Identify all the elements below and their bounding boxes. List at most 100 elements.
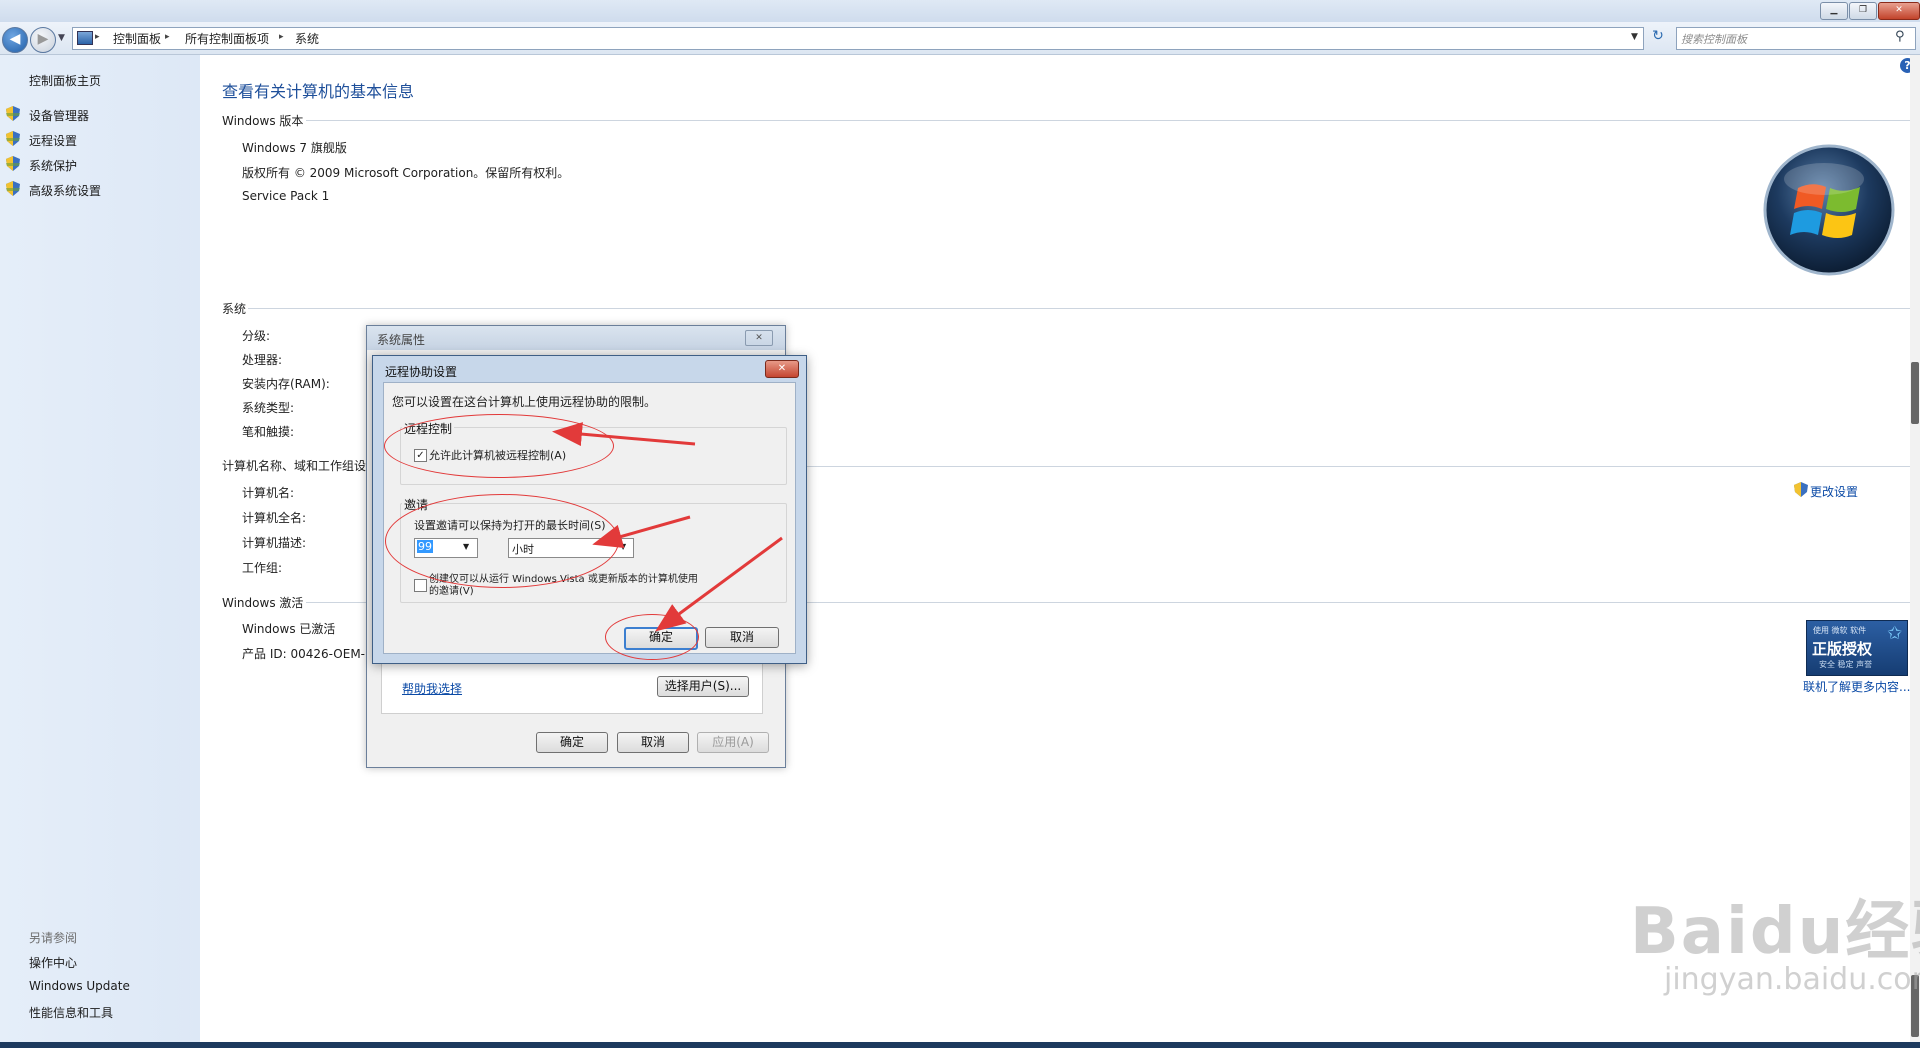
product-id: 产品 ID: 00426-OEM- [242,647,366,661]
activation-status: Windows 已激活 [242,622,336,636]
breadcrumb-separator-icon: ▸ [95,32,100,42]
search-icon[interactable]: ⚲ [1895,29,1905,44]
breadcrumb-separator-icon: ▸ [279,32,284,42]
remote-assistance-close-button[interactable]: ✕ [765,360,799,378]
genuine-badge: 使用 微软 软件 正版授权 安全 稳定 声誉 ✩ [1806,620,1908,676]
shield-icon [6,106,20,121]
computer-name-label: 计算机名: [242,486,295,500]
remote-cancel-button[interactable]: 取消 [705,627,779,648]
allow-remote-control-checkbox[interactable]: ✓ [414,449,427,462]
computer-name-heading: 计算机名称、域和工作组设 [222,459,367,473]
vista-only-invite-checkbox[interactable] [414,579,427,592]
system-properties-close-button[interactable]: ✕ [745,330,773,346]
invite-time-label: 设置邀请可以保持为打开的最长时间(S) [414,519,606,532]
scrollbar-thumb[interactable] [1911,362,1919,424]
see-also-action-center[interactable]: 操作中心 [29,954,77,971]
remote-assistance-settings-dialog: 远程协助设置 ✕ 您可以设置在这台计算机上使用远程协助的限制。 远程控制 ✓ 允… [372,355,807,664]
activation-heading: Windows 激活 [222,596,304,610]
windows-edition: Windows 7 旗舰版 [242,141,347,155]
maximize-button[interactable]: ❐ [1849,2,1877,20]
shield-icon [6,156,20,171]
watermark-url: jingyan.baidu.com [1664,962,1920,997]
pen-touch-label: 笔和触摸: [242,425,295,439]
select-users-button[interactable]: 选择用户(S)... [657,676,749,697]
refresh-icon[interactable]: ↻ [1648,28,1668,48]
sidebar-item-label: 远程设置 [29,134,78,148]
shield-icon [1794,482,1808,497]
breadcrumb-all-items[interactable]: 所有控制面板项 [185,30,269,47]
genuine-badge-main: 正版授权 [1812,640,1873,658]
breadcrumb-control-panel[interactable]: 控制面板 [113,30,161,47]
genuine-badge-sub: 安全 稳定 声誉 [1819,660,1873,669]
windows-edition-heading: Windows 版本 [222,114,304,128]
copyright-text: 版权所有 © 2009 Microsoft Corporation。保留所有权利… [242,166,570,180]
sidebar-item-label: 高级系统设置 [29,184,102,198]
see-also-heading: 另请参阅 [29,931,78,945]
section-divider [248,308,1910,309]
minimize-button[interactable]: ▁ [1820,2,1848,20]
sidebar-item-remote-settings[interactable]: 远程设置 [6,131,77,149]
processor-label: 处理器: [242,353,283,367]
shield-icon [6,181,20,196]
sidebar-home-link[interactable]: 控制面板主页 [29,72,101,89]
baidu-watermark: Baidu经验 jingyan.baidu.com [1560,840,1920,1010]
invite-duration-value: 99 [417,540,433,553]
search-input[interactable]: 搜索控制面板 [1681,31,1747,47]
full-computer-name-label: 计算机全名: [242,511,307,525]
invite-duration-field[interactable]: 99 ▼ [414,538,478,558]
invite-unit-select[interactable]: 小时 ▼ [508,538,634,558]
remote-assistance-intro: 您可以设置在这台计算机上使用远程协助的限制。 [392,395,657,409]
recent-pages-dropdown-icon[interactable]: ▼ [58,33,65,43]
forward-button[interactable]: ▶ [30,27,56,53]
section-divider [790,466,1910,467]
remote-assistance-title: 远程协助设置 [385,365,458,379]
star-icon: ✩ [1887,623,1903,644]
vista-option-line2: 的邀请(V) [429,586,474,597]
sidebar-item-device-manager[interactable]: 设备管理器 [6,106,89,124]
system-type-label: 系统类型: [242,401,295,415]
breadcrumb-separator-icon: ▸ [165,32,170,42]
close-window-button[interactable]: ✕ [1878,2,1920,20]
taskbar [0,1042,1920,1048]
system-heading: 系统 [222,302,247,316]
vista-only-invite-label[interactable]: 创建仅可以从运行 Windows Vista 或更新版本的计算机使用 的邀请(V… [429,574,698,598]
sidebar-item-label: 设备管理器 [29,109,90,123]
workgroup-label: 工作组: [242,561,283,575]
shield-icon [6,131,20,146]
dropdown-arrow-icon: ▼ [620,542,627,551]
address-bar[interactable]: ▸ 控制面板 ▸ 所有控制面板项 ▸ 系统 ▼ [72,27,1644,50]
remote-ok-button[interactable]: 确定 [624,627,698,650]
invitation-group-title: 邀请 [402,496,431,513]
see-also-performance-tools[interactable]: 性能信息和工具 [29,1004,113,1021]
invite-unit-value: 小时 [512,543,534,556]
remote-assistance-body: 您可以设置在这台计算机上使用远程协助的限制。 远程控制 ✓ 允许此计算机被远程控… [383,382,796,654]
learn-more-link[interactable]: 联机了解更多内容... [1803,678,1910,695]
service-pack: Service Pack 1 [242,189,330,203]
sidebar [0,55,200,1043]
section-divider [306,120,1910,121]
control-panel-icon [77,31,93,45]
windows-logo-icon [1763,144,1895,276]
sidebar-item-system-protection[interactable]: 系统保护 [6,156,77,174]
sidebar-item-label: 系统保护 [29,159,78,173]
dropdown-arrow-icon: ▼ [463,542,470,551]
sysprops-apply-button[interactable]: 应用(A) [697,732,769,753]
ram-label: 安装内存(RAM): [242,377,330,391]
breadcrumb-system[interactable]: 系统 [295,30,319,47]
sysprops-ok-button[interactable]: 确定 [536,732,608,753]
window-titlebar [0,0,1920,22]
genuine-badge-top: 使用 微软 软件 [1813,626,1867,635]
address-dropdown-icon[interactable]: ▼ [1631,32,1638,42]
help-me-choose-link[interactable]: 帮助我选择 [402,680,462,697]
watermark-brand: Baidu经验 [1630,895,1920,969]
see-also-windows-update[interactable]: Windows Update [29,979,130,993]
sysprops-cancel-button[interactable]: 取消 [617,732,689,753]
back-button[interactable]: ◀ [2,27,28,53]
page-title: 查看有关计算机的基本信息 [222,82,415,101]
change-settings-link[interactable]: 更改设置 [1794,482,1858,500]
change-settings-label: 更改设置 [1810,485,1859,499]
allow-remote-control-label[interactable]: 允许此计算机被远程控制(A) [429,447,566,463]
sidebar-item-advanced-settings[interactable]: 高级系统设置 [6,181,101,199]
search-box[interactable]: 搜索控制面板 ⚲ [1676,27,1916,50]
computer-description-label: 计算机描述: [242,536,307,550]
